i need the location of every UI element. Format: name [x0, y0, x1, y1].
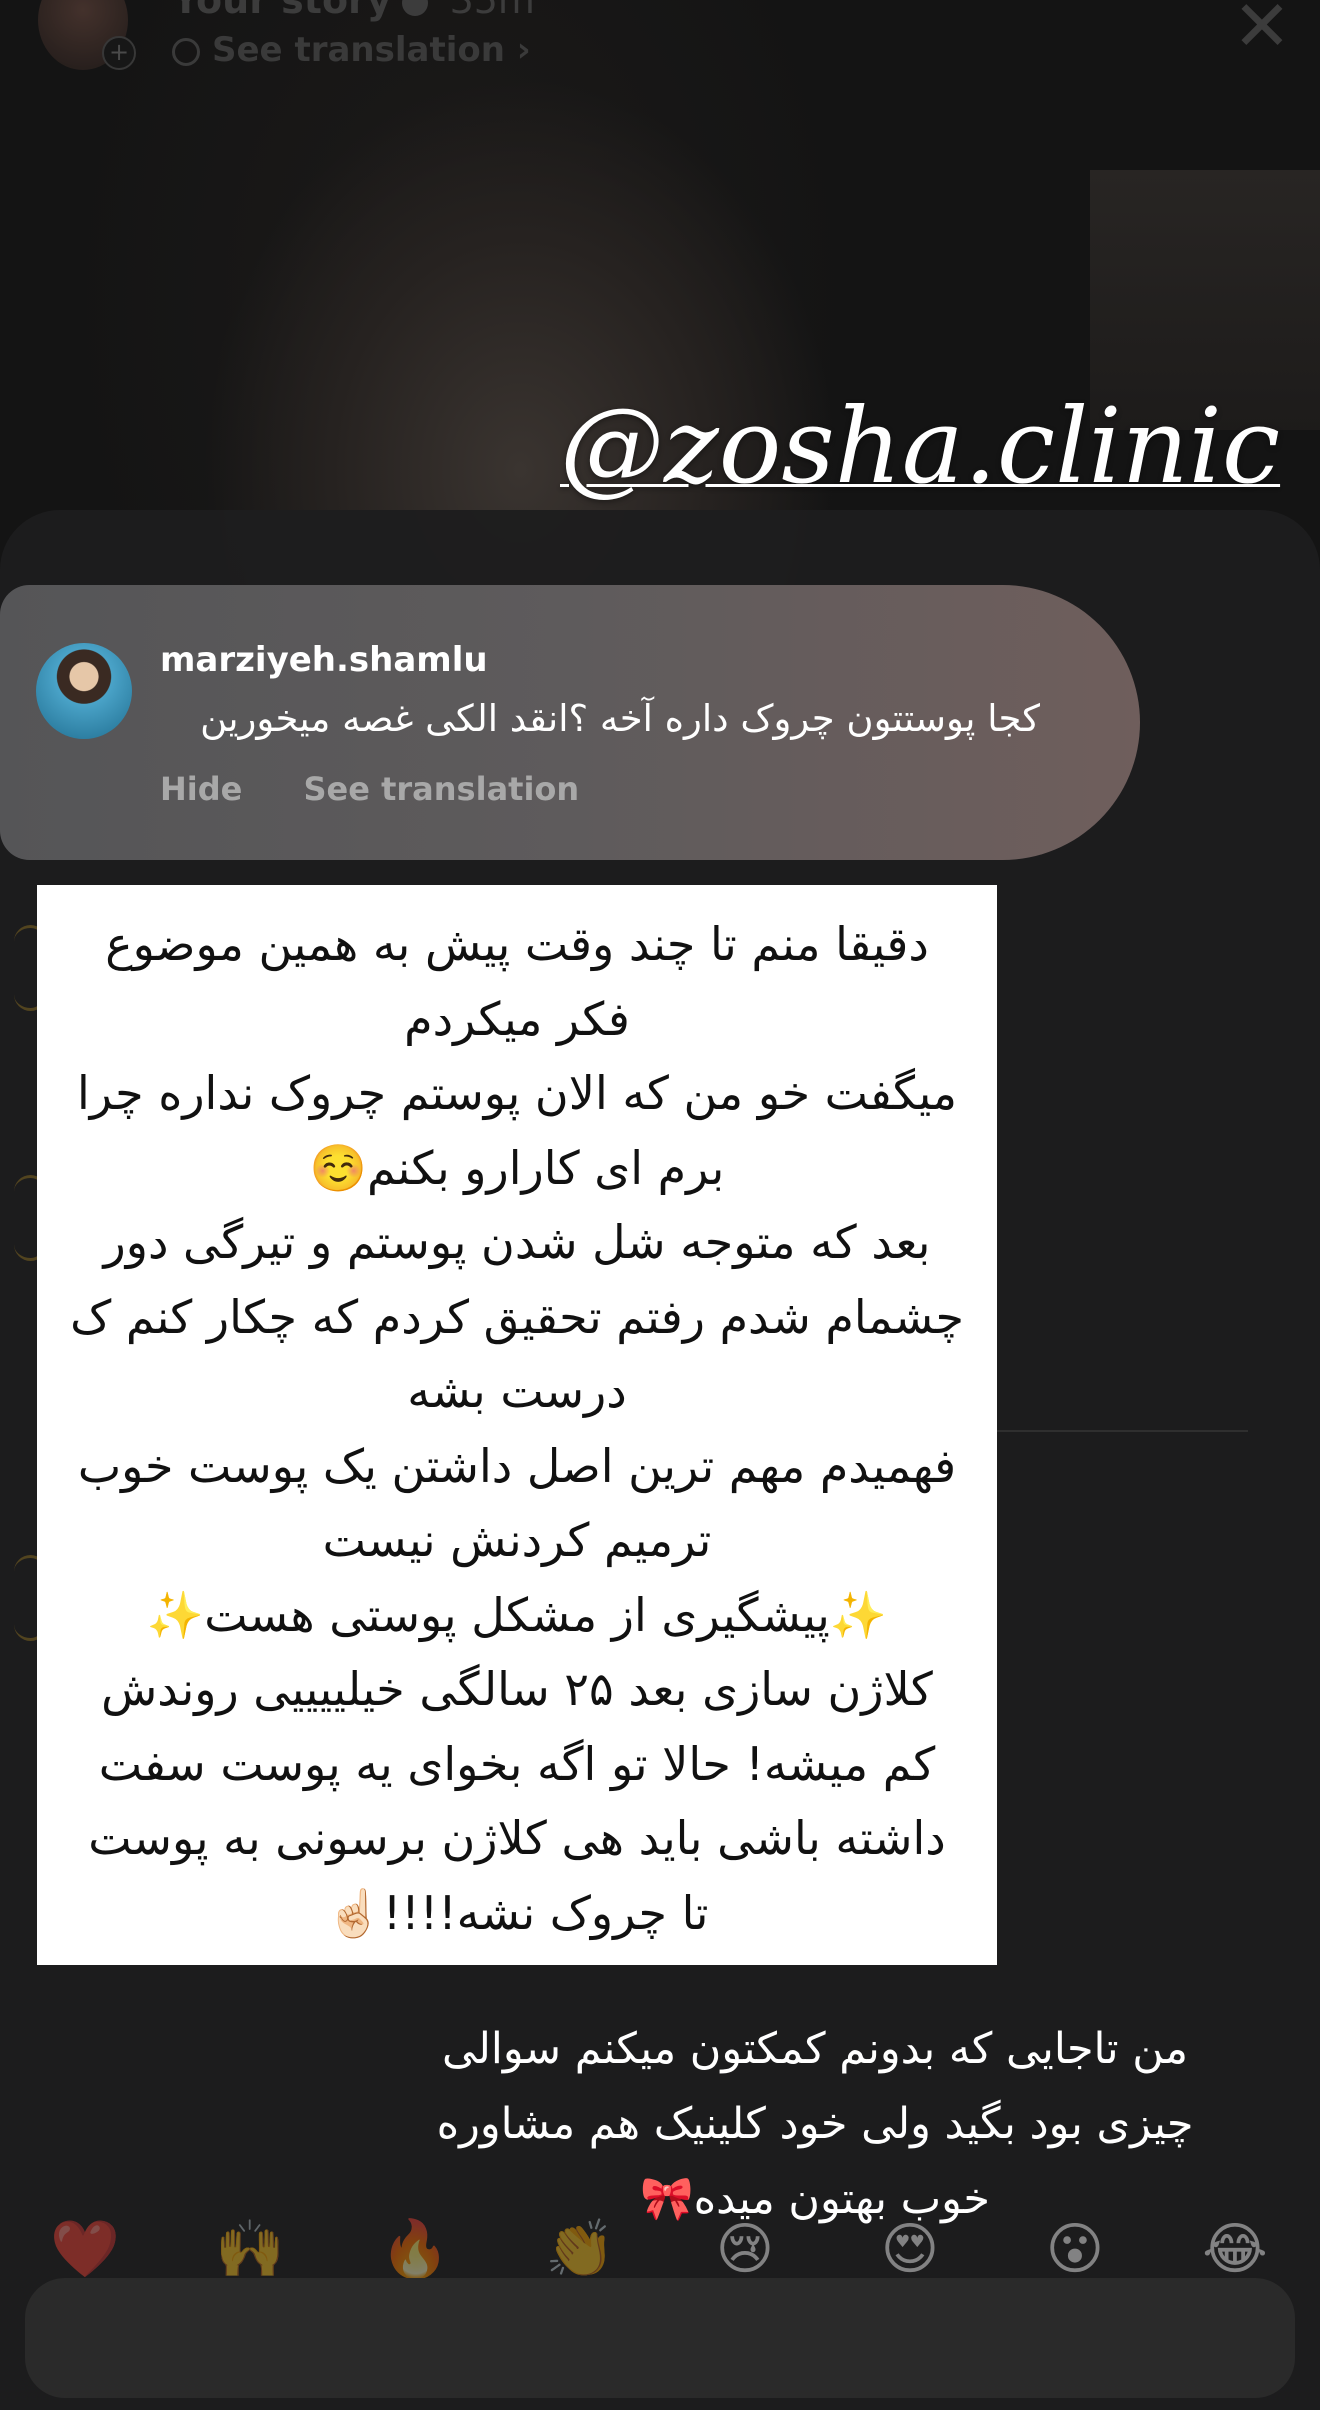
quick-reactions-bar: ❤️ 🙌 🔥 👏 😢 😍 😮 😂	[0, 2215, 1320, 2285]
chevron-right-icon: ›	[516, 30, 531, 70]
close-icon[interactable]: ✕	[1232, 0, 1292, 61]
reaction-wow[interactable]: 😮	[1040, 2215, 1110, 2285]
story-caption: من تاجایی که بدونم کمکتون میکنم سوالی چی…	[390, 2012, 1240, 2237]
reply-line: داشته باشی باید هی کلاژن برسونی به پوست	[88, 1811, 946, 1865]
plus-icon[interactable]: +	[102, 36, 136, 70]
reply-line: دقیقا منم تا چند وقت پیش به همین موضوع	[105, 917, 929, 971]
message-input-bar[interactable]	[25, 2278, 1295, 2398]
reply-text: دقیقا منم تا چند وقت پیش به همین موضوع ف…	[55, 907, 979, 1950]
reply-line: درست بشه	[407, 1364, 627, 1418]
reaction-heart[interactable]: ❤️	[50, 2215, 120, 2285]
reply-line: ترمیم کردنش نیست	[322, 1513, 712, 1567]
hide-button[interactable]: Hide	[160, 770, 242, 808]
reply-line: ✨پیشگیری از مشکل پوستی هست✨	[146, 1587, 888, 1642]
commenter-username[interactable]: marziyeh.shamlu	[160, 640, 488, 680]
caption-line: من تاجایی که بدونم کمکتون میکنم سوالی	[441, 2024, 1189, 2074]
reply-line: کلاژن سازی بعد ۲۵ سالگی خیلییییی روندش	[101, 1662, 933, 1716]
commenter-avatar[interactable]	[36, 643, 132, 739]
reaction-cry[interactable]: 😢	[710, 2215, 780, 2285]
reply-line: میگفت خو من که الان پوستم چروک نداره چرا	[77, 1066, 957, 1120]
reply-line: چشمام شدم رفتم تحقیق کردم که چکار کنم ک	[70, 1289, 964, 1344]
comment-text: کجا پوستتون چروک داره آخه ؟انقد الکی غصه…	[200, 697, 1040, 740]
story-title: Your story 35m	[172, 0, 535, 22]
comment-actions: Hide See translation	[160, 770, 629, 808]
story-see-translation[interactable]: See translation ›	[172, 30, 531, 70]
story-header: + Your story 35m See translation › ✕	[0, 0, 1320, 80]
reply-text-card: دقیقا منم تا چند وقت پیش به همین موضوع ف…	[37, 885, 997, 1965]
story-translate-label: See translation	[212, 30, 505, 70]
globe-icon	[172, 37, 200, 66]
verified-badge-icon	[401, 0, 428, 16]
reaction-heart-eyes[interactable]: 😍	[875, 2215, 945, 2285]
caption-line: چیزی بود بگید ولی خود کلینیک هم مشاوره	[436, 2099, 1194, 2149]
story-time: 35m	[449, 0, 535, 22]
reaction-raised-hands[interactable]: 🙌	[215, 2215, 285, 2285]
reply-line: فهمیدم مهم ترین اصل داشتن یک پوست خوب	[77, 1438, 957, 1493]
reply-line: کم میشه! حالا تو اگه بخوای یه پوست سفت	[98, 1736, 936, 1791]
reply-line: تا چروک نشه!!!!☝🏻	[325, 1885, 709, 1940]
story-handle-mention[interactable]: @zosha.clinic	[560, 385, 1280, 507]
reply-line: بعد که متوجه شل شدن پوستم و تیرگی دور	[103, 1215, 931, 1269]
story-title-text: Your story	[172, 0, 392, 22]
comment-see-translation-button[interactable]: See translation	[304, 770, 580, 808]
reaction-laugh[interactable]: 😂	[1200, 2215, 1270, 2285]
reaction-clap[interactable]: 👏	[545, 2215, 615, 2285]
story-avatar[interactable]: +	[38, 0, 136, 70]
reply-line: فکر میکردم	[404, 991, 630, 1046]
reaction-fire[interactable]: 🔥	[380, 2215, 450, 2285]
reply-line: برم ای کارارو بکنم☺️	[309, 1140, 725, 1195]
sheet-divider	[990, 1430, 1248, 1432]
